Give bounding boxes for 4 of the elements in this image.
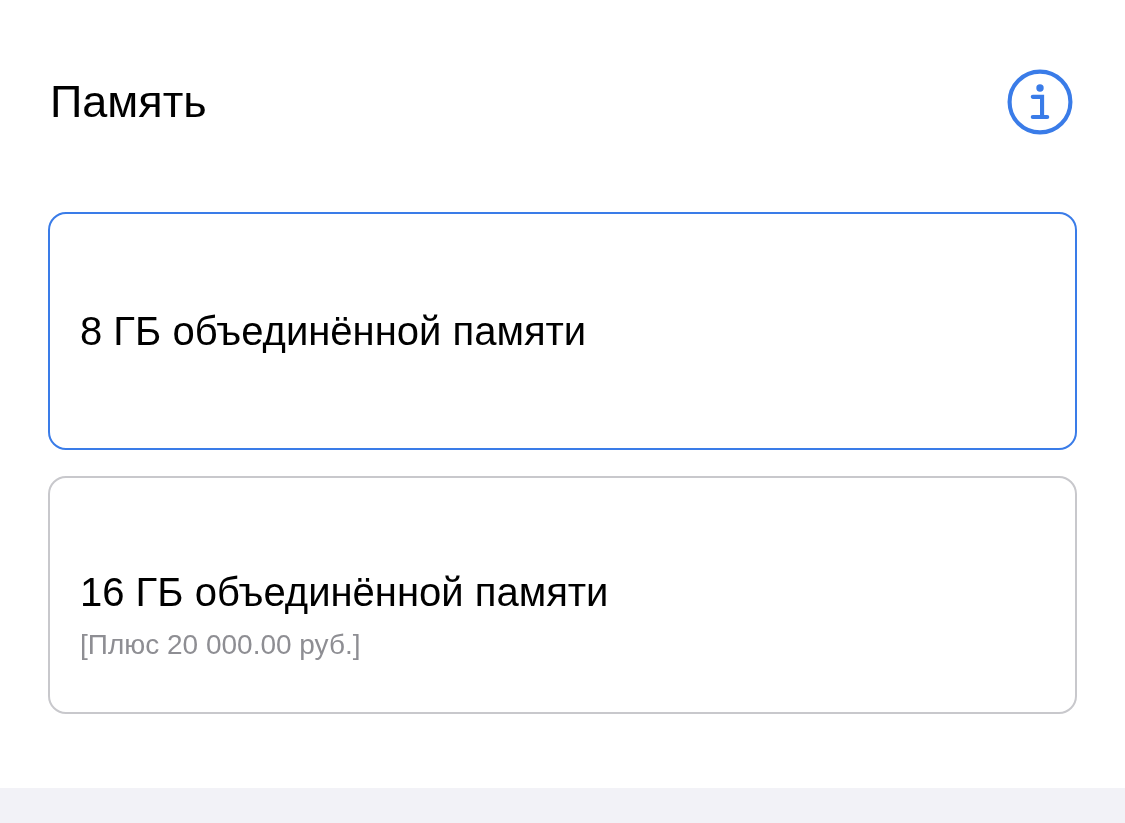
info-icon[interactable] bbox=[1007, 69, 1073, 135]
memory-option[interactable]: 8 ГБ объединённой памяти bbox=[48, 212, 1077, 450]
memory-option[interactable]: 16 ГБ объединённой памяти [Плюс 20 000.00 руб.] bbox=[48, 476, 1077, 714]
section-title: Память bbox=[50, 76, 207, 128]
